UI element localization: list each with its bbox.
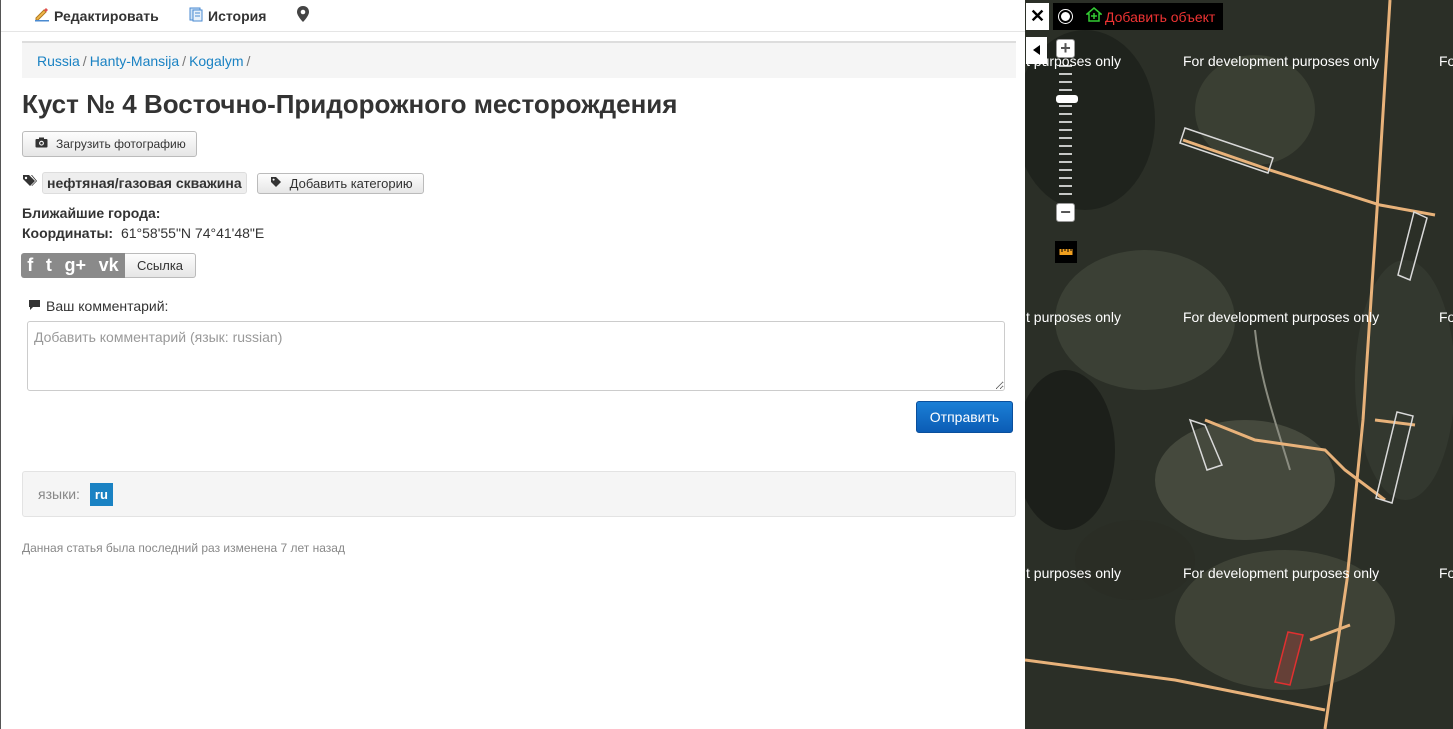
satellite-map[interactable]: t purposes only For development purposes… [1025, 0, 1453, 729]
comment-input[interactable] [27, 321, 1005, 391]
share-link-button[interactable]: Ссылка [125, 253, 197, 278]
top-nav: Редактировать История [1, 0, 1026, 32]
twitter-icon[interactable]: t [46, 255, 52, 276]
map-watermark: For development purposes only [1183, 309, 1380, 325]
category-tag[interactable]: нефтяная/газовая скважина [42, 172, 247, 194]
arrow-left-icon [1032, 42, 1041, 60]
coordinates: Координаты: 61°58'55"N 74°41'48"E [22, 225, 264, 241]
map-pin-link[interactable] [296, 5, 310, 26]
coordinates-value: 61°58'55"N 74°41'48"E [120, 225, 265, 241]
map-pin-icon [296, 5, 310, 26]
map-watermark: Fo [1439, 309, 1453, 325]
breadcrumb-country[interactable]: Russia [37, 53, 80, 69]
map-toolbar: Добавить объект [1053, 3, 1224, 30]
map-watermark: Fo [1439, 53, 1453, 69]
languages-bar: языки: ru [22, 471, 1016, 517]
vk-icon[interactable]: vk [99, 255, 119, 276]
comment-icon [28, 298, 41, 314]
page-title: Куст № 4 Восточно-Придорожного месторожд… [22, 89, 678, 119]
language-badge-ru[interactable]: ru [89, 482, 113, 506]
breadcrumb-separator: / [82, 53, 87, 69]
edit-label: Редактировать [54, 7, 159, 24]
zoom-slider[interactable] [1056, 61, 1075, 211]
add-category-label: Добавить категорию [289, 175, 413, 191]
pencil-icon [34, 6, 50, 25]
share-bar: f t g+ vk Ссылка [21, 253, 197, 278]
camera-icon [35, 137, 48, 151]
history-link[interactable]: История [188, 6, 266, 25]
coordinates-label: Координаты: [22, 225, 114, 241]
map-watermark: For development purposes only [1183, 53, 1380, 69]
zoom-in-button[interactable]: + [1056, 38, 1075, 58]
add-object-label: Добавить объект [1105, 8, 1216, 25]
edit-link[interactable]: Редактировать [34, 6, 159, 25]
article-panel: Редактировать История Russia / Hanty-Mansi… [0, 0, 1026, 729]
languages-label: языки: [38, 486, 80, 502]
tags-icon [22, 174, 38, 193]
add-category-button[interactable]: Добавить категорию [256, 172, 424, 194]
tags-row: нефтяная/газовая скважина Добавить катег… [22, 172, 424, 194]
upload-photo-button[interactable]: Загрузить фотографию [22, 131, 197, 157]
comment-label: Ваш комментарий: [28, 298, 168, 314]
nearby-cities-label: Ближайшие города: [22, 205, 161, 221]
add-object-button[interactable]: Добавить объект [1084, 7, 1216, 26]
map-watermark: For development purposes only [1183, 565, 1380, 581]
breadcrumb-separator: / [182, 53, 187, 69]
send-button[interactable]: Отправить [916, 401, 1013, 433]
last-modified-note: Данная статья была последний раз изменен… [22, 541, 345, 555]
history-label: История [208, 7, 267, 24]
locate-icon[interactable] [1059, 10, 1072, 23]
comment-label-text: Ваш комментарий: [46, 298, 169, 314]
map-imagery [1025, 0, 1453, 729]
ruler-icon[interactable] [1055, 241, 1077, 263]
nearby-cities: Ближайшие города: [22, 205, 160, 221]
history-icon [188, 6, 204, 25]
collapse-panel-button[interactable] [1026, 37, 1047, 64]
zoom-out-button[interactable]: − [1056, 202, 1075, 222]
share-icons: f t g+ vk [21, 253, 125, 278]
map-watermark: Fo [1439, 565, 1453, 581]
zoom-ticks [1059, 65, 1072, 195]
breadcrumb-separator: / [246, 53, 251, 69]
breadcrumb-region[interactable]: Hanty-Mansija [90, 53, 179, 69]
google-plus-icon[interactable]: g+ [65, 255, 87, 276]
breadcrumb-city[interactable]: Kogalym [189, 53, 243, 69]
facebook-icon[interactable]: f [27, 255, 33, 276]
zoom-thumb[interactable] [1056, 95, 1078, 103]
map-watermark: t purposes only [1026, 309, 1121, 325]
breadcrumb: Russia / Hanty-Mansija / Kogalym / [22, 41, 1016, 78]
map-watermark: t purposes only [1026, 565, 1121, 581]
upload-photo-label: Загрузить фотографию [56, 137, 186, 151]
add-place-icon [1084, 7, 1104, 26]
close-map-button[interactable]: ✕ [1026, 3, 1049, 30]
tag-icon [270, 176, 282, 191]
